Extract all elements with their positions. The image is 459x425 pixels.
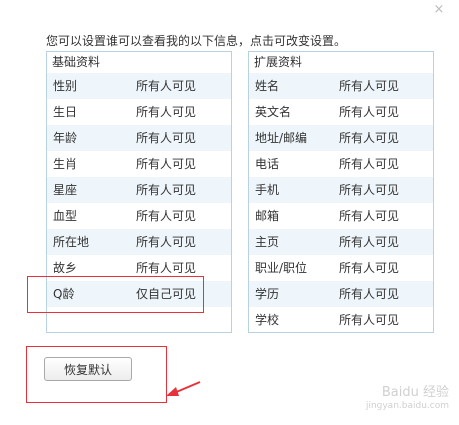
watermark-logo-text: Baidu 经验 [381, 385, 449, 400]
field-label: 电话 [255, 157, 280, 171]
visibility-value[interactable]: 所有人可见 [136, 125, 196, 151]
privacy-row-location[interactable]: 所在地 所有人可见 [47, 229, 231, 255]
privacy-row-address[interactable]: 地址/邮编 所有人可见 [249, 125, 433, 151]
privacy-row-english-name[interactable]: 英文名 所有人可见 [249, 99, 433, 125]
field-label: 星座 [53, 183, 78, 197]
visibility-value[interactable]: 所有人可见 [136, 203, 196, 229]
field-label: 地址/邮编 [255, 131, 308, 145]
field-label: 学历 [255, 287, 280, 301]
field-label: 性别 [53, 79, 78, 93]
privacy-row-gender[interactable]: 性别 所有人可见 [47, 73, 231, 99]
close-icon[interactable]: × [431, 2, 447, 18]
annotation-arrow-icon [166, 381, 201, 396]
visibility-value[interactable]: 所有人可见 [339, 125, 399, 151]
field-label: 生肖 [53, 157, 78, 171]
visibility-value[interactable]: 所有人可见 [339, 255, 399, 281]
visibility-value[interactable]: 所有人可见 [136, 229, 196, 255]
field-label: 学校 [255, 313, 280, 327]
field-label: 姓名 [255, 79, 280, 93]
privacy-row-mobile[interactable]: 手机 所有人可见 [249, 177, 433, 203]
privacy-row-school[interactable]: 学校 所有人可见 [249, 307, 433, 333]
extended-info-title: 扩展资料 [254, 55, 303, 69]
annotation-highlight-q-age [27, 276, 204, 313]
privacy-row-blood-type[interactable]: 血型 所有人可见 [47, 203, 231, 229]
visibility-value[interactable]: 所有人可见 [339, 203, 399, 229]
privacy-row-name[interactable]: 姓名 所有人可见 [249, 73, 433, 99]
basic-info-title: 基础资料 [52, 55, 101, 69]
privacy-row-age[interactable]: 年龄 所有人可见 [47, 125, 231, 151]
privacy-row-phone[interactable]: 电话 所有人可见 [249, 151, 433, 177]
field-label: 所在地 [53, 235, 90, 249]
restore-default-button[interactable]: 恢复默认 [44, 357, 132, 381]
visibility-value[interactable]: 所有人可见 [136, 73, 196, 99]
visibility-value[interactable]: 所有人可见 [339, 99, 399, 125]
privacy-row-education[interactable]: 学历 所有人可见 [249, 281, 433, 307]
privacy-row-zodiac-animal[interactable]: 生肖 所有人可见 [47, 151, 231, 177]
visibility-value[interactable]: 所有人可见 [339, 281, 399, 307]
privacy-row-occupation[interactable]: 职业/职位 所有人可见 [249, 255, 433, 281]
field-label: 职业/职位 [255, 261, 308, 275]
privacy-row-email[interactable]: 邮箱 所有人可见 [249, 203, 433, 229]
privacy-row-constellation[interactable]: 星座 所有人可见 [47, 177, 231, 203]
field-label: 血型 [53, 209, 78, 223]
visibility-value[interactable]: 所有人可见 [136, 99, 196, 125]
visibility-value[interactable]: 所有人可见 [136, 151, 196, 177]
field-label: 年龄 [53, 131, 78, 145]
field-label: 英文名 [255, 105, 292, 119]
extended-info-panel: 扩展资料 姓名 所有人可见 英文名 所有人可见 地址/邮编 所有人可见 电话 所… [248, 51, 434, 333]
visibility-value[interactable]: 所有人可见 [339, 177, 399, 203]
watermark-url: jingyan.baidu.com [365, 401, 449, 411]
field-label: 手机 [255, 183, 280, 197]
visibility-value[interactable]: 所有人可见 [339, 151, 399, 177]
field-label: 主页 [255, 235, 280, 249]
field-label: 邮箱 [255, 209, 280, 223]
watermark: Baidu 经验 jingyan.baidu.com [366, 381, 449, 411]
visibility-value[interactable]: 所有人可见 [339, 307, 399, 333]
field-label: 生日 [53, 105, 78, 119]
privacy-row-homepage[interactable]: 主页 所有人可见 [249, 229, 433, 255]
privacy-row-birthday[interactable]: 生日 所有人可见 [47, 99, 231, 125]
visibility-value[interactable]: 所有人可见 [339, 73, 399, 99]
intro-text: 您可以设置谁可以查看我的以下信息，点击可改变设置。 [46, 34, 347, 48]
visibility-value[interactable]: 所有人可见 [136, 177, 196, 203]
visibility-value[interactable]: 所有人可见 [339, 229, 399, 255]
